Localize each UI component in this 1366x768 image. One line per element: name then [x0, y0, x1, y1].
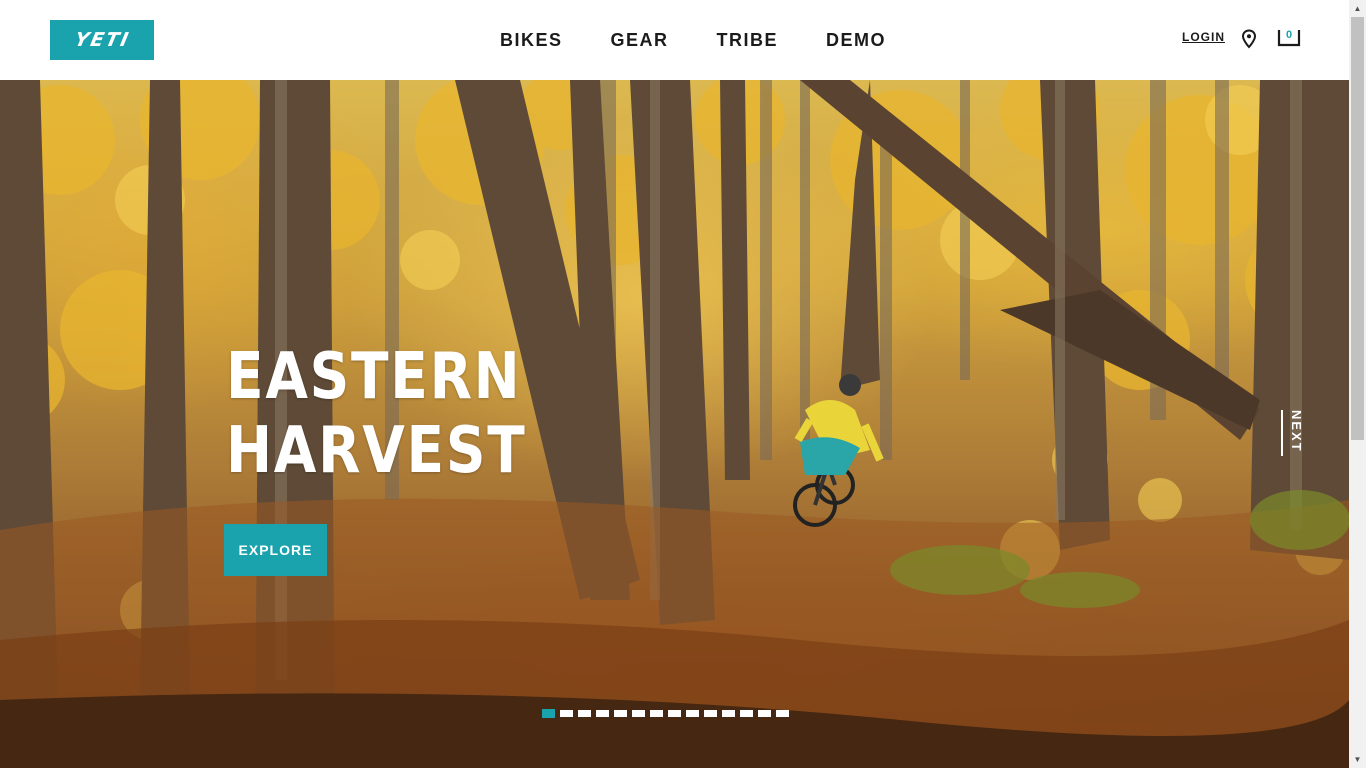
login-link[interactable]: LOGIN: [1182, 30, 1225, 44]
cart-count-badge: 0: [1285, 29, 1293, 41]
next-slide-button[interactable]: NEXT: [1281, 410, 1305, 458]
scroll-up-arrow-icon[interactable]: ▲: [1349, 0, 1366, 17]
slide-dot-4[interactable]: [596, 710, 609, 717]
logo-text: YETI: [72, 29, 132, 51]
page-scrollbar[interactable]: ▲ ▼: [1349, 0, 1366, 768]
nav-gear[interactable]: GEAR: [611, 28, 669, 52]
forest-background-image: [0, 80, 1349, 768]
slide-dot-12[interactable]: [740, 710, 753, 717]
nav-demo[interactable]: DEMO: [826, 28, 886, 52]
main-nav: BIKES GEAR TRIBE DEMO: [500, 28, 886, 52]
slide-dot-14[interactable]: [776, 710, 789, 717]
headline-line-1: EASTERN: [226, 340, 522, 414]
slide-dot-9[interactable]: [686, 710, 699, 717]
slide-dot-5[interactable]: [614, 710, 627, 717]
slide-dot-1[interactable]: [542, 709, 555, 718]
slide-dot-3[interactable]: [578, 710, 591, 717]
slide-indicators: [542, 709, 789, 718]
next-divider: [1281, 410, 1283, 456]
cart-icon[interactable]: 0: [1277, 28, 1301, 48]
slide-dot-8[interactable]: [668, 710, 681, 717]
hero-headline: EASTERN HARVEST: [226, 340, 526, 488]
slide-dot-6[interactable]: [632, 710, 645, 717]
nav-tribe[interactable]: TRIBE: [717, 28, 779, 52]
slide-dot-7[interactable]: [650, 710, 663, 717]
map-pin-icon[interactable]: [1240, 29, 1258, 49]
slide-dot-13[interactable]: [758, 710, 771, 717]
explore-button[interactable]: EXPLORE: [224, 524, 327, 576]
next-label: NEXT: [1289, 410, 1304, 453]
scroll-down-arrow-icon[interactable]: ▼: [1349, 751, 1366, 768]
slide-dot-2[interactable]: [560, 710, 573, 717]
slide-dot-10[interactable]: [704, 710, 717, 717]
headline-line-2: HARVEST: [226, 414, 527, 488]
hero-slider: EASTERN HARVEST EXPLORE NEXT: [0, 80, 1349, 768]
slide-dot-11[interactable]: [722, 710, 735, 717]
nav-bikes[interactable]: BIKES: [500, 28, 563, 52]
site-header: YETI BIKES GEAR TRIBE DEMO LOGIN 0: [0, 0, 1349, 80]
yeti-logo[interactable]: YETI: [50, 20, 154, 60]
scrollbar-thumb[interactable]: [1351, 17, 1364, 440]
